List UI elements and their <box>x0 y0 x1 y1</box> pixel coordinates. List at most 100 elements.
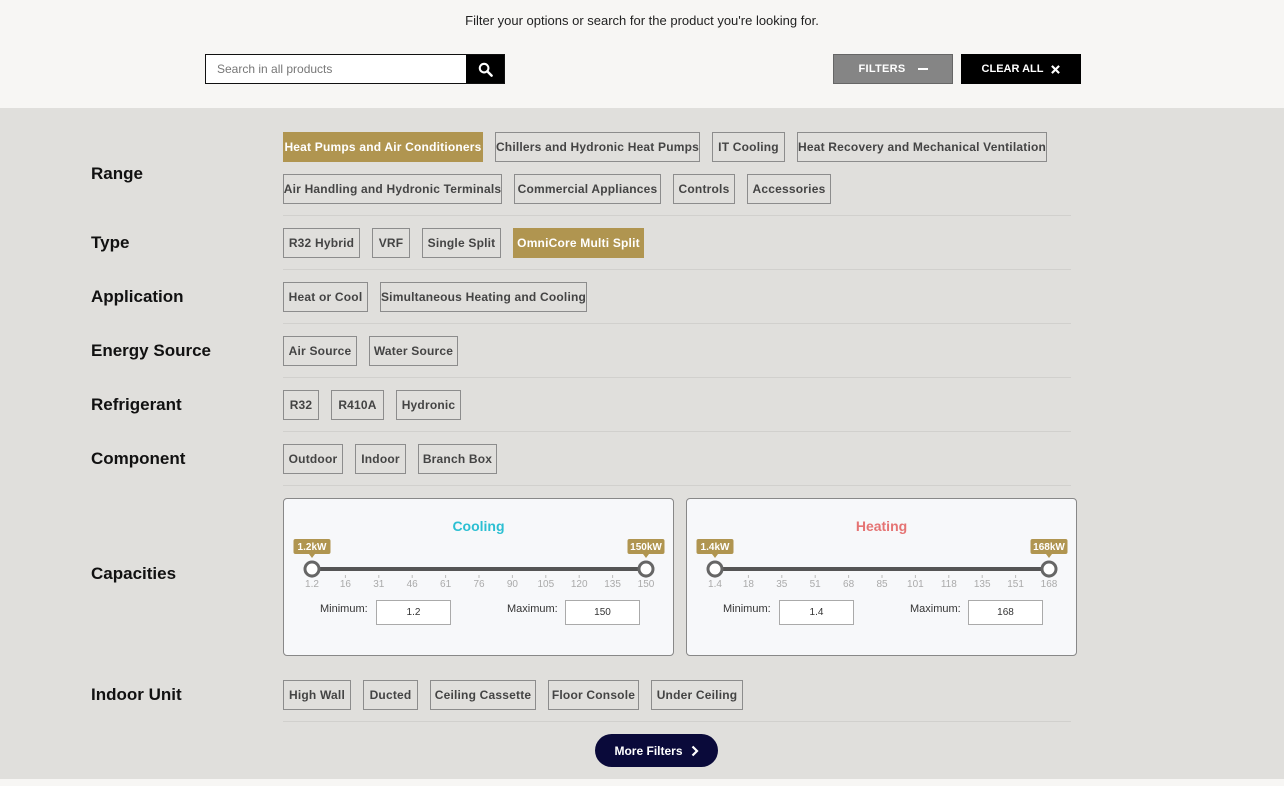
cooling-min-badge-pointer <box>309 554 315 558</box>
heating-capacity-card: Heating 1.4 18 35 51 68 85 101 118 135 151 168 1.4k… <box>686 498 1077 656</box>
chip-refrigerant-hydronic[interactable]: Hydronic <box>396 390 461 420</box>
chip-range-chillers[interactable]: Chillers and Hydronic Heat Pumps <box>495 132 700 162</box>
range-label: Range <box>91 164 143 183</box>
heating-tick-label: 51 <box>810 579 822 590</box>
divider <box>283 269 1071 270</box>
search-icon <box>478 62 493 77</box>
divider <box>283 431 1071 432</box>
cooling-tick-label: 61 <box>440 579 452 590</box>
divider <box>283 485 1071 486</box>
cooling-max-label: Maximum: <box>507 603 558 615</box>
cooling-tick-label: 16 <box>340 579 352 590</box>
filters-toggle-button[interactable]: FILTERS <box>833 54 953 84</box>
heating-tick-label: 18 <box>743 579 755 590</box>
cooling-max-input[interactable] <box>565 600 640 625</box>
divider <box>283 215 1071 216</box>
search-bar <box>205 54 505 84</box>
cooling-tick-label: 120 <box>571 579 588 590</box>
filters-label: FILTERS <box>858 63 906 75</box>
heating-max-badge-text: 168kW <box>1033 542 1065 553</box>
cooling-tick-label: 105 <box>537 579 554 590</box>
heating-max-badge-pointer <box>1046 554 1052 558</box>
cooling-tick-label: 1.2 <box>305 579 319 590</box>
heating-slider[interactable]: 1.4 18 35 51 68 85 101 118 135 151 168 1.4kW 168kW <box>687 499 1078 599</box>
chip-range-controls[interactable]: Controls <box>673 174 735 204</box>
chip-range-heat-pumps[interactable]: Heat Pumps and Air Conditioners <box>283 132 483 162</box>
application-label: Application <box>91 287 184 306</box>
cooling-min-badge-text: 1.2kW <box>298 542 327 553</box>
chip-refrigerant-r410a[interactable]: R410A <box>331 390 384 420</box>
cooling-min-handle[interactable] <box>303 560 321 578</box>
cooling-tick-label: 46 <box>407 579 419 590</box>
cooling-tick-label: 90 <box>507 579 519 590</box>
chip-indoor-floor-console[interactable]: Floor Console <box>548 680 639 710</box>
energy-source-label: Energy Source <box>91 341 211 360</box>
filter-instructions: Filter your options or search for the pr… <box>465 13 819 28</box>
component-label: Component <box>91 449 186 468</box>
heating-tick-label: 1.4 <box>708 579 722 590</box>
cooling-tick-label: 76 <box>473 579 485 590</box>
cooling-tick-label: 31 <box>373 579 385 590</box>
chip-component-outdoor[interactable]: Outdoor <box>283 444 343 474</box>
close-icon <box>1051 64 1061 74</box>
heating-tick-label: 68 <box>843 579 855 590</box>
chip-application-simultaneous[interactable]: Simultaneous Heating and Cooling <box>380 282 587 312</box>
cooling-tick-label: 150 <box>638 579 655 590</box>
heating-min-badge-text: 1.4kW <box>701 542 730 553</box>
chip-refrigerant-r32[interactable]: R32 <box>283 390 319 420</box>
chip-indoor-high-wall[interactable]: High Wall <box>283 680 351 710</box>
type-label: Type <box>91 233 130 252</box>
cooling-max-badge-text: 150kW <box>630 542 662 553</box>
clear-all-label: CLEAR ALL <box>981 63 1044 75</box>
chip-range-it-cooling[interactable]: IT Cooling <box>712 132 785 162</box>
divider <box>283 377 1071 378</box>
heating-tick-label: 101 <box>907 579 924 590</box>
cooling-tick-label: 135 <box>604 579 621 590</box>
heating-min-handle[interactable] <box>706 560 724 578</box>
heating-max-label: Maximum: <box>910 603 961 615</box>
cooling-max-handle[interactable] <box>637 560 655 578</box>
chip-range-commercial[interactable]: Commercial Appliances <box>514 174 661 204</box>
clear-all-button[interactable]: CLEAR ALL <box>961 54 1081 84</box>
heating-min-input[interactable] <box>779 600 854 625</box>
chip-type-omnicore[interactable]: OmniCore Multi Split <box>513 228 644 258</box>
search-button[interactable] <box>466 55 504 83</box>
chip-range-accessories[interactable]: Accessories <box>747 174 831 204</box>
capacities-label: Capacities <box>91 564 177 583</box>
more-filters-button[interactable]: More Filters <box>595 734 718 767</box>
chip-indoor-ducted[interactable]: Ducted <box>363 680 418 710</box>
heating-max-handle[interactable] <box>1040 560 1058 578</box>
divider <box>283 721 1071 722</box>
chip-range-air-handling[interactable]: Air Handling and Hydronic Terminals <box>283 174 502 204</box>
filter-panel <box>0 108 1284 779</box>
refrigerant-label: Refrigerant <box>91 395 182 414</box>
indoor-unit-label: Indoor Unit <box>91 685 182 704</box>
cooling-capacity-card: Cooling 1.2 16 31 46 61 76 90 105 120 135 150 1.2kW… <box>283 498 674 656</box>
chip-type-single-split[interactable]: Single Split <box>422 228 501 258</box>
cooling-min-input[interactable] <box>376 600 451 625</box>
heating-tick-label: 35 <box>776 579 788 590</box>
cooling-slider[interactable]: 1.2 16 31 46 61 76 90 105 120 135 150 1.2kW 150kW <box>284 499 675 599</box>
chip-energy-air-source[interactable]: Air Source <box>283 336 357 366</box>
chip-range-heat-recovery[interactable]: Heat Recovery and Mechanical Ventilation <box>797 132 1047 162</box>
minus-icon <box>917 68 928 70</box>
chip-component-indoor[interactable]: Indoor <box>355 444 406 474</box>
heating-tick-label: 168 <box>1041 579 1058 590</box>
chip-component-branch-box[interactable]: Branch Box <box>418 444 497 474</box>
heating-max-input[interactable] <box>968 600 1043 625</box>
chip-application-heat-or-cool[interactable]: Heat or Cool <box>283 282 368 312</box>
chip-indoor-under-ceiling[interactable]: Under Ceiling <box>651 680 743 710</box>
heating-min-badge-pointer <box>712 554 718 558</box>
heating-tick-label: 135 <box>974 579 991 590</box>
search-input[interactable] <box>206 55 466 83</box>
chip-type-r32-hybrid[interactable]: R32 Hybrid <box>283 228 360 258</box>
cooling-max-badge-pointer <box>643 554 649 558</box>
chip-energy-water-source[interactable]: Water Source <box>369 336 458 366</box>
heating-tick-label: 151 <box>1007 579 1024 590</box>
heating-tick-label: 118 <box>941 579 957 590</box>
chevron-right-icon <box>691 745 699 756</box>
heating-tick-label: 85 <box>876 579 888 590</box>
chip-type-vrf[interactable]: VRF <box>372 228 410 258</box>
heating-min-label: Minimum: <box>723 603 771 615</box>
chip-indoor-ceiling-cassette[interactable]: Ceiling Cassette <box>430 680 536 710</box>
